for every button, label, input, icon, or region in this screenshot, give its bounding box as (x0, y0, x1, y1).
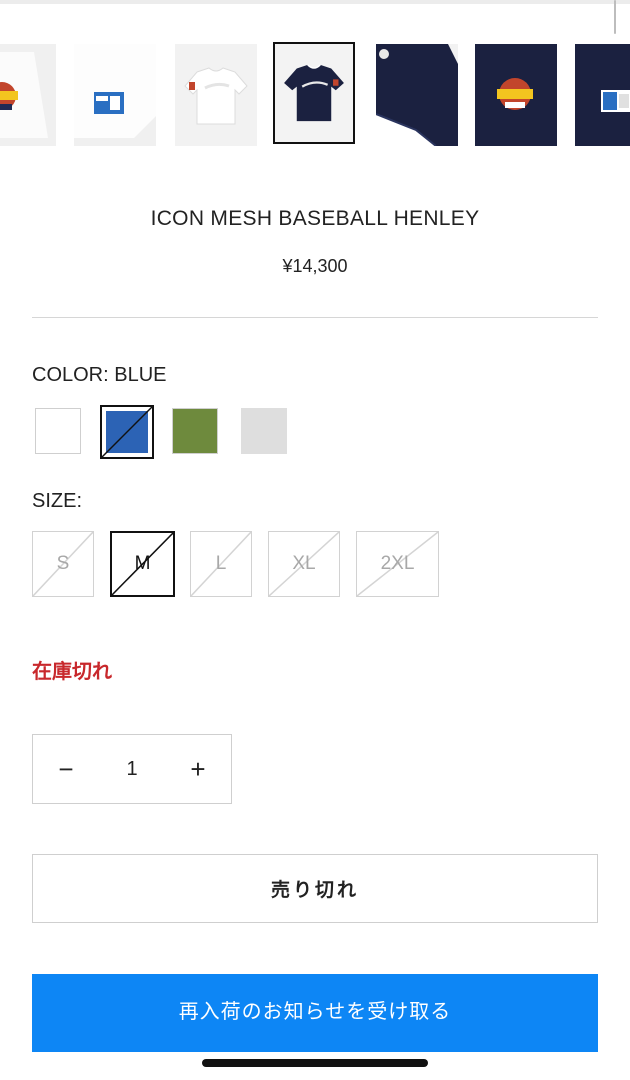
size-label-m: M (134, 553, 151, 574)
home-indicator[interactable] (202, 1059, 428, 1067)
size-button-s[interactable]: S (32, 531, 94, 597)
stock-status-text: 在庫切れ (32, 661, 112, 683)
color-option-label: COLOR: BLUE (32, 364, 167, 386)
sold-out-button[interactable]: 売り切れ (32, 854, 598, 923)
size-label-xl: XL (292, 553, 316, 574)
quantity-decrease-button[interactable]: − (33, 735, 99, 803)
color-swatch-green[interactable] (172, 408, 218, 454)
quantity-value[interactable]: 1 (99, 735, 165, 803)
size-label-l: L (215, 553, 227, 574)
thumbnail-gallery[interactable] (0, 42, 630, 150)
quantity-increase-button[interactable]: + (165, 735, 231, 803)
restock-notify-button[interactable]: 再入荷のお知らせを受け取る (32, 974, 598, 1052)
thumb-white-jersey-front[interactable] (175, 44, 257, 146)
color-swatch-blue[interactable] (100, 405, 154, 459)
color-swatch-gray[interactable] (241, 408, 287, 454)
product-price: ¥14,300 (282, 256, 348, 276)
thumb-white-size-label[interactable] (74, 44, 156, 146)
thumb-navy-chest-logo-detail[interactable] (475, 44, 557, 146)
thumb-white-chest-logo-detail[interactable] (0, 44, 56, 146)
section-divider (32, 317, 598, 318)
size-label-2xl: 2XL (380, 553, 415, 574)
thumb-navy-size-label[interactable] (575, 44, 630, 146)
thumb-navy-jersey-back[interactable] (376, 44, 458, 146)
size-button-l[interactable]: L (190, 531, 252, 597)
thumb-navy-jersey-front[interactable] (273, 42, 355, 144)
size-button-m[interactable]: M (110, 531, 175, 597)
color-swatch-white[interactable] (35, 408, 81, 454)
size-label-s: S (56, 553, 70, 574)
size-button-xl[interactable]: XL (268, 531, 340, 597)
scrollbar[interactable] (614, 0, 616, 34)
quantity-stepper[interactable]: − 1 + (32, 734, 232, 804)
top-divider (0, 0, 630, 4)
size-button-2xl[interactable]: 2XL (356, 531, 439, 597)
size-option-label: SIZE: (32, 490, 83, 512)
product-title: ICON MESH BASEBALL HENLEY (150, 207, 480, 230)
